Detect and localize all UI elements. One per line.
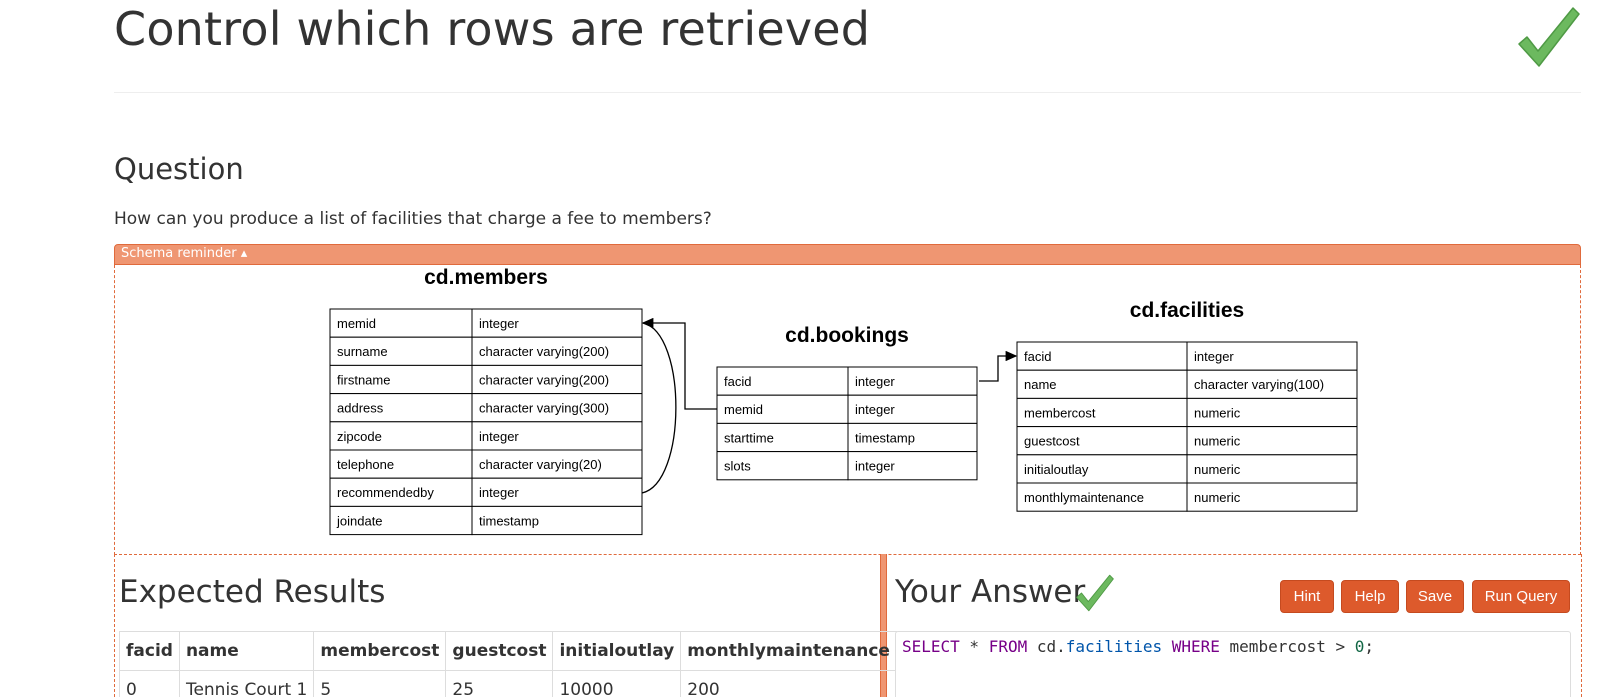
schema-column-type: timestamp bbox=[855, 430, 915, 445]
schema-column-type: numeric bbox=[1194, 405, 1241, 420]
sql-terminator: ; bbox=[1364, 637, 1375, 656]
schema-column-name: guestcost bbox=[1024, 434, 1080, 449]
column-header-facid: facid bbox=[119, 631, 180, 671]
sql-schema: cd. bbox=[1027, 637, 1066, 656]
table-cell: 200 bbox=[680, 670, 897, 697]
question-heading: Question bbox=[114, 152, 244, 186]
sql-star: * bbox=[959, 637, 989, 656]
schema-column-name: firstname bbox=[337, 372, 390, 387]
schema-column-name: memid bbox=[724, 402, 763, 417]
schema-column-type: numeric bbox=[1194, 490, 1241, 505]
help-button[interactable]: Help bbox=[1341, 580, 1399, 613]
hint-button[interactable]: Hint bbox=[1280, 580, 1334, 613]
schema-table-title: cd.bookings bbox=[785, 324, 909, 347]
column-header-membercost: membercost bbox=[313, 631, 447, 671]
schema-column-name: address bbox=[337, 401, 384, 416]
question-text: How can you produce a list of facilities… bbox=[114, 209, 712, 229]
sql-keyword-select: SELECT bbox=[902, 637, 960, 656]
column-header-initialoutlay: initialoutlay bbox=[552, 631, 682, 671]
relation-arrow bbox=[641, 322, 677, 494]
column-header-guestcost: guestcost bbox=[445, 631, 554, 671]
sql-condition: membercost > bbox=[1219, 637, 1355, 656]
expected-results-heading: Expected Results bbox=[119, 574, 386, 610]
save-button[interactable]: Save bbox=[1406, 580, 1464, 613]
schema-column-name: telephone bbox=[337, 457, 394, 472]
schema-column-name: memid bbox=[337, 316, 376, 331]
schema-column-type: character varying(20) bbox=[479, 457, 602, 472]
schema-column-name: zipcode bbox=[337, 429, 382, 444]
schema-column-name: name bbox=[1024, 377, 1057, 392]
schema-column-name: membercost bbox=[1024, 405, 1096, 420]
schema-column-type: numeric bbox=[1194, 434, 1241, 449]
column-header-name: name bbox=[178, 631, 315, 671]
schema-column-type: integer bbox=[855, 459, 895, 474]
check-icon bbox=[1518, 7, 1580, 67]
schema-column-name: monthlymaintenance bbox=[1024, 490, 1144, 505]
sql-table: facilities bbox=[1065, 637, 1163, 656]
schema-column-type: integer bbox=[479, 485, 519, 500]
schema-diagram: cd.members memid integer surname character v… bbox=[329, 266, 1358, 536]
schema-column-type: character varying(200) bbox=[479, 344, 609, 359]
panel-divider bbox=[114, 554, 1581, 555]
schema-column-type: integer bbox=[855, 374, 895, 389]
schema-column-type: character varying(300) bbox=[479, 401, 609, 416]
schema-column-type: character varying(200) bbox=[479, 372, 609, 387]
check-icon bbox=[1076, 574, 1114, 612]
column-header-monthlymaintenance: monthlymaintenance bbox=[680, 631, 897, 671]
page-title: Control which rows are retrieved bbox=[114, 2, 871, 56]
sql-editor[interactable]: SELECT * FROM cd.facilities WHERE member… bbox=[895, 631, 1571, 697]
run-query-button[interactable]: Run Query bbox=[1472, 580, 1570, 613]
table-cell: Tennis Court 1 bbox=[178, 670, 315, 697]
schema-column-type: integer bbox=[1194, 349, 1234, 364]
left-panel-border bbox=[114, 554, 115, 697]
schema-column-name: facid bbox=[724, 374, 751, 389]
schema-column-name: surname bbox=[337, 344, 388, 359]
relation-arrow bbox=[979, 350, 1018, 382]
your-answer-heading: Your Answer bbox=[895, 574, 1086, 610]
title-divider bbox=[114, 92, 1581, 93]
schema-column-type: integer bbox=[479, 316, 519, 331]
table-cell: 25 bbox=[445, 670, 554, 697]
sql-keyword-from: FROM bbox=[988, 637, 1028, 656]
expected-results-table: facid name membercost guestcost initialoutla… bbox=[119, 631, 897, 697]
schema-column-name: recommendedby bbox=[337, 485, 434, 500]
schema-column-type: integer bbox=[855, 402, 895, 417]
schema-column-name: initialoutlay bbox=[1024, 462, 1089, 477]
table-header-row: facid name membercost guestcost initialoutla… bbox=[119, 631, 897, 671]
schema-column-type: integer bbox=[479, 429, 519, 444]
schema-column-type: timestamp bbox=[479, 513, 539, 528]
schema-column-type: numeric bbox=[1194, 462, 1241, 477]
schema-diagram-panel: cd.members memid integer surname character v… bbox=[114, 265, 1581, 555]
relation-arrow bbox=[641, 317, 717, 410]
sql-keyword-where: WHERE bbox=[1171, 637, 1220, 656]
schema-column-name: slots bbox=[724, 459, 751, 474]
schema-column-name: joindate bbox=[336, 513, 383, 528]
table-cell: 0 bbox=[119, 670, 180, 697]
table-cell: 10000 bbox=[552, 670, 682, 697]
right-panel-border bbox=[1581, 554, 1582, 697]
schema-column-type: character varying(100) bbox=[1194, 377, 1324, 392]
schema-reminder-label: Schema reminder ▴ bbox=[121, 246, 248, 261]
table-cell: 5 bbox=[313, 670, 447, 697]
schema-column-name: starttime bbox=[724, 430, 774, 445]
table-row: 0 Tennis Court 1 5 25 10000 200 bbox=[119, 670, 897, 697]
schema-column-name: facid bbox=[1024, 349, 1051, 364]
schema-reminder-toggle[interactable]: Schema reminder ▴ bbox=[114, 244, 1581, 265]
schema-table-title: cd.members bbox=[424, 266, 548, 289]
sql-value: 0 bbox=[1354, 637, 1365, 656]
schema-table-title: cd.facilities bbox=[1130, 299, 1244, 322]
